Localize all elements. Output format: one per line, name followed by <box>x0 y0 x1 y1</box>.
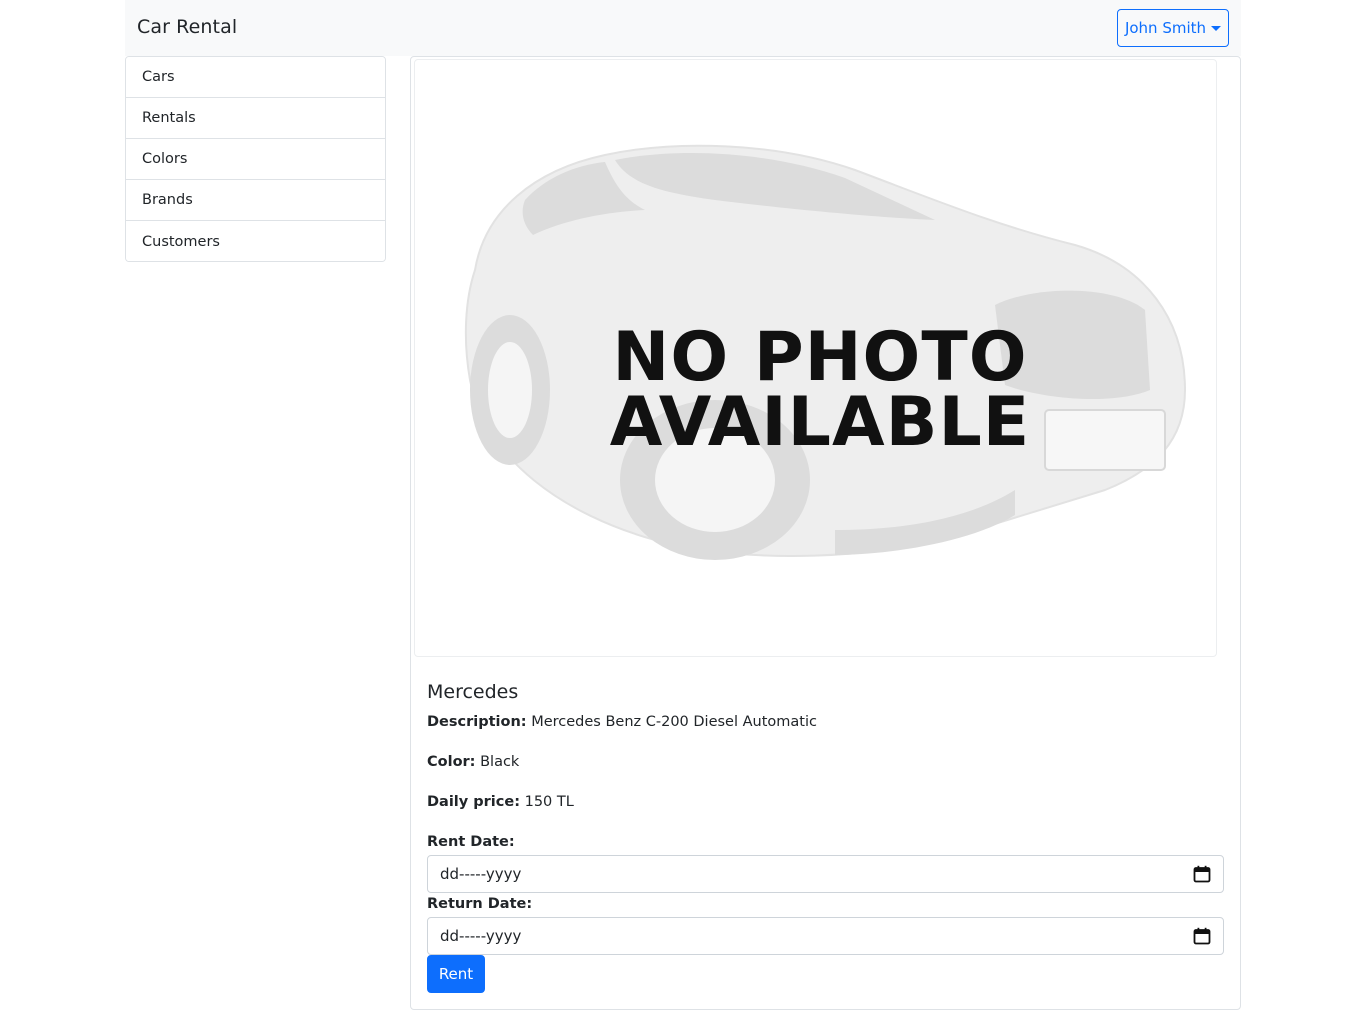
daily-price-label: Daily price: <box>427 794 520 810</box>
car-detail-card: NO PHOTO AVAILABLE Mercedes Description:… <box>410 56 1241 1010</box>
caret-down-icon <box>1211 26 1222 31</box>
color-label: Color: <box>427 754 476 770</box>
car-description: Description: Mercedes Benz C-200 Diesel … <box>427 714 817 730</box>
rent-date-placeholder: dd-----yyyy <box>440 865 522 883</box>
no-photo-text-line-2: AVAILABLE <box>610 383 1031 462</box>
car-daily-price: Daily price: 150 TL <box>427 794 574 810</box>
rent-date-label: Rent Date: <box>427 834 515 850</box>
page-container: Car Rental John Smith Cars Rentals Color… <box>125 0 1241 1010</box>
sidebar-item-cars[interactable]: Cars <box>126 57 385 98</box>
sidebar-item-brands[interactable]: Brands <box>126 180 385 221</box>
sidebar: Cars Rentals Colors Brands Customers <box>125 56 386 262</box>
calendar-icon[interactable] <box>1193 865 1211 883</box>
car-color: Color: Black <box>427 754 519 770</box>
description-value: Mercedes Benz C-200 Diesel Automatic <box>531 714 817 730</box>
color-value: Black <box>480 754 520 770</box>
car-brand-title: Mercedes <box>427 681 519 703</box>
user-menu-label: John Smith <box>1124 19 1207 37</box>
sidebar-item-label: Customers <box>142 233 220 250</box>
return-date-input[interactable]: dd-----yyyy <box>427 917 1224 955</box>
description-label: Description: <box>427 714 527 730</box>
car-photo: NO PHOTO AVAILABLE <box>414 59 1217 657</box>
daily-price-value: 150 TL <box>524 794 574 810</box>
sidebar-item-label: Cars <box>142 69 175 85</box>
sidebar-item-rentals[interactable]: Rentals <box>126 98 385 139</box>
return-date-label: Return Date: <box>427 896 533 912</box>
sidebar-item-label: Rentals <box>142 110 196 126</box>
sidebar-item-colors[interactable]: Colors <box>126 139 385 180</box>
navbar: Car Rental John Smith <box>125 0 1241 56</box>
sidebar-item-label: Colors <box>142 151 188 167</box>
rent-date-input[interactable]: dd-----yyyy <box>427 855 1224 893</box>
rent-button[interactable]: Rent <box>427 955 485 993</box>
sidebar-item-customers[interactable]: Customers <box>126 221 385 261</box>
user-menu-button[interactable]: John Smith <box>1117 9 1229 47</box>
calendar-icon[interactable] <box>1193 927 1211 945</box>
sidebar-item-label: Brands <box>142 192 193 208</box>
brand-link[interactable]: Car Rental <box>137 16 237 38</box>
no-photo-placeholder-image: NO PHOTO AVAILABLE <box>464 144 1187 560</box>
return-date-placeholder: dd-----yyyy <box>440 927 522 945</box>
